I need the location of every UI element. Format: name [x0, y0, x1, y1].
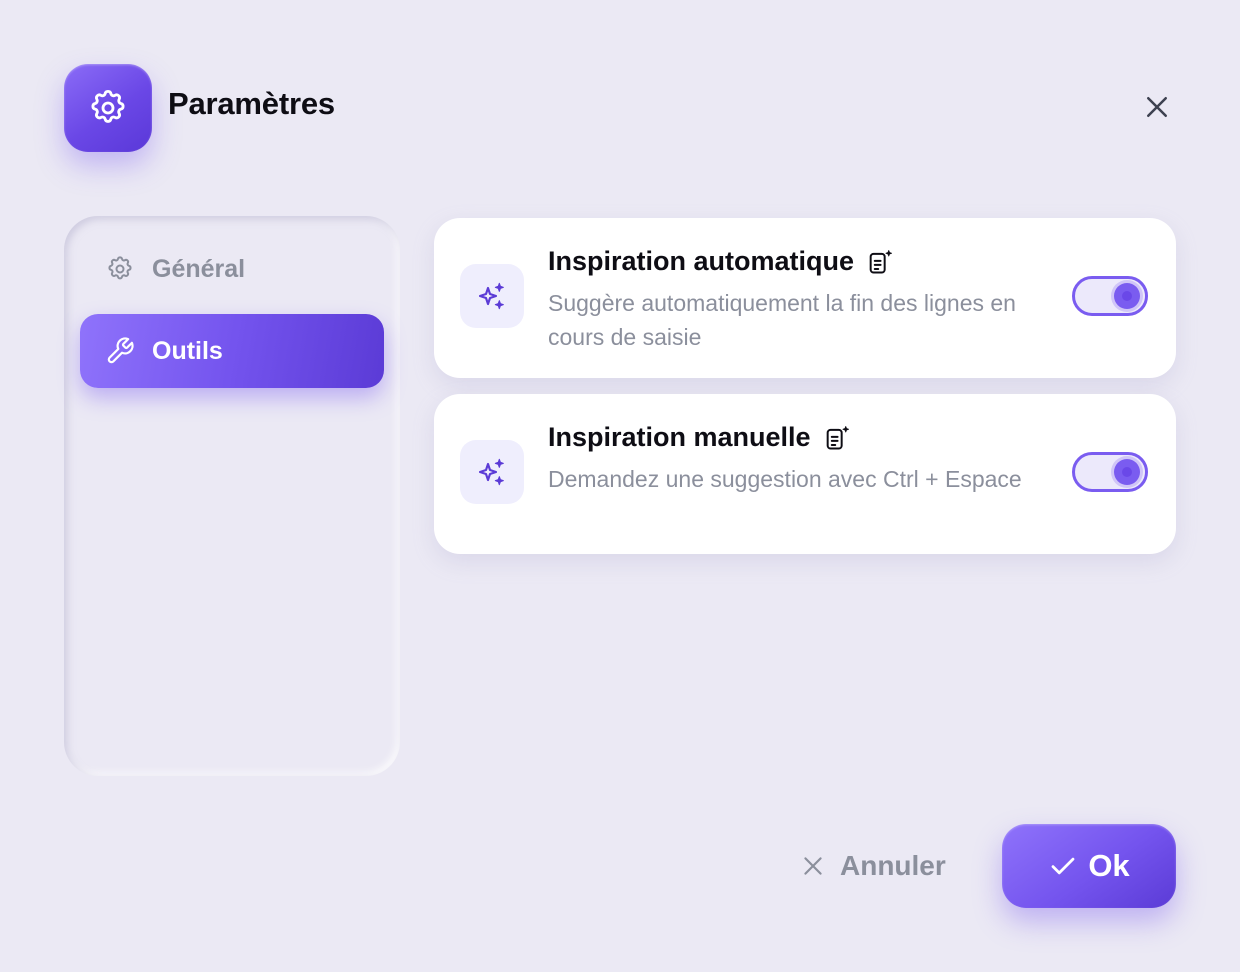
- toggle-knob: [1114, 459, 1140, 485]
- setting-description: Suggère automatiquement la fin des ligne…: [548, 290, 1016, 350]
- ok-button[interactable]: Ok: [1002, 824, 1176, 908]
- setting-title: Inspiration manuelle: [548, 422, 851, 453]
- sparkles-icon: [478, 458, 504, 486]
- auto-inspiration-toggle[interactable]: [1072, 276, 1148, 316]
- cancel-label: Annuler: [840, 850, 946, 881]
- wrench-icon: [104, 335, 136, 367]
- close-icon: [1147, 97, 1167, 117]
- ai-document-icon: [823, 424, 851, 452]
- settings-dialog: Paramètres Général Outils Inspiration au…: [0, 0, 1240, 972]
- sidebar-item-tools[interactable]: Outils: [80, 314, 384, 388]
- close-button[interactable]: [1134, 84, 1180, 130]
- setting-title: Inspiration automatique: [548, 246, 894, 277]
- gear-icon: [91, 89, 125, 123]
- check-icon: [1051, 857, 1075, 875]
- sidebar-item-general[interactable]: Général: [80, 232, 384, 306]
- settings-sidebar: Général Outils: [64, 216, 400, 776]
- setting-title-text: Inspiration manuelle: [548, 422, 811, 452]
- setting-card-auto-inspiration: Inspiration automatique Suggère automati…: [434, 218, 1176, 378]
- setting-card-manual-inspiration: Inspiration manuelle Demandez une sugges…: [434, 394, 1176, 554]
- setting-description: Demandez une suggestion avec Ctrl + Espa…: [548, 466, 1022, 492]
- setting-title-text: Inspiration automatique: [548, 246, 855, 276]
- setting-icon-container: [460, 440, 524, 504]
- sidebar-item-label: Général: [152, 254, 246, 283]
- ai-document-icon: [866, 248, 894, 276]
- sparkles-icon: [478, 282, 504, 310]
- gear-icon: [104, 253, 136, 285]
- dialog-title: Paramètres: [168, 86, 335, 121]
- ok-label: Ok: [1088, 848, 1130, 883]
- manual-inspiration-toggle[interactable]: [1072, 452, 1148, 492]
- toggle-knob: [1114, 283, 1140, 309]
- cancel-button[interactable]: Annuler: [800, 840, 946, 892]
- settings-header-icon: [64, 64, 152, 152]
- sidebar-item-label: Outils: [152, 336, 223, 365]
- setting-icon-container: [460, 264, 524, 328]
- close-icon: [804, 857, 822, 875]
